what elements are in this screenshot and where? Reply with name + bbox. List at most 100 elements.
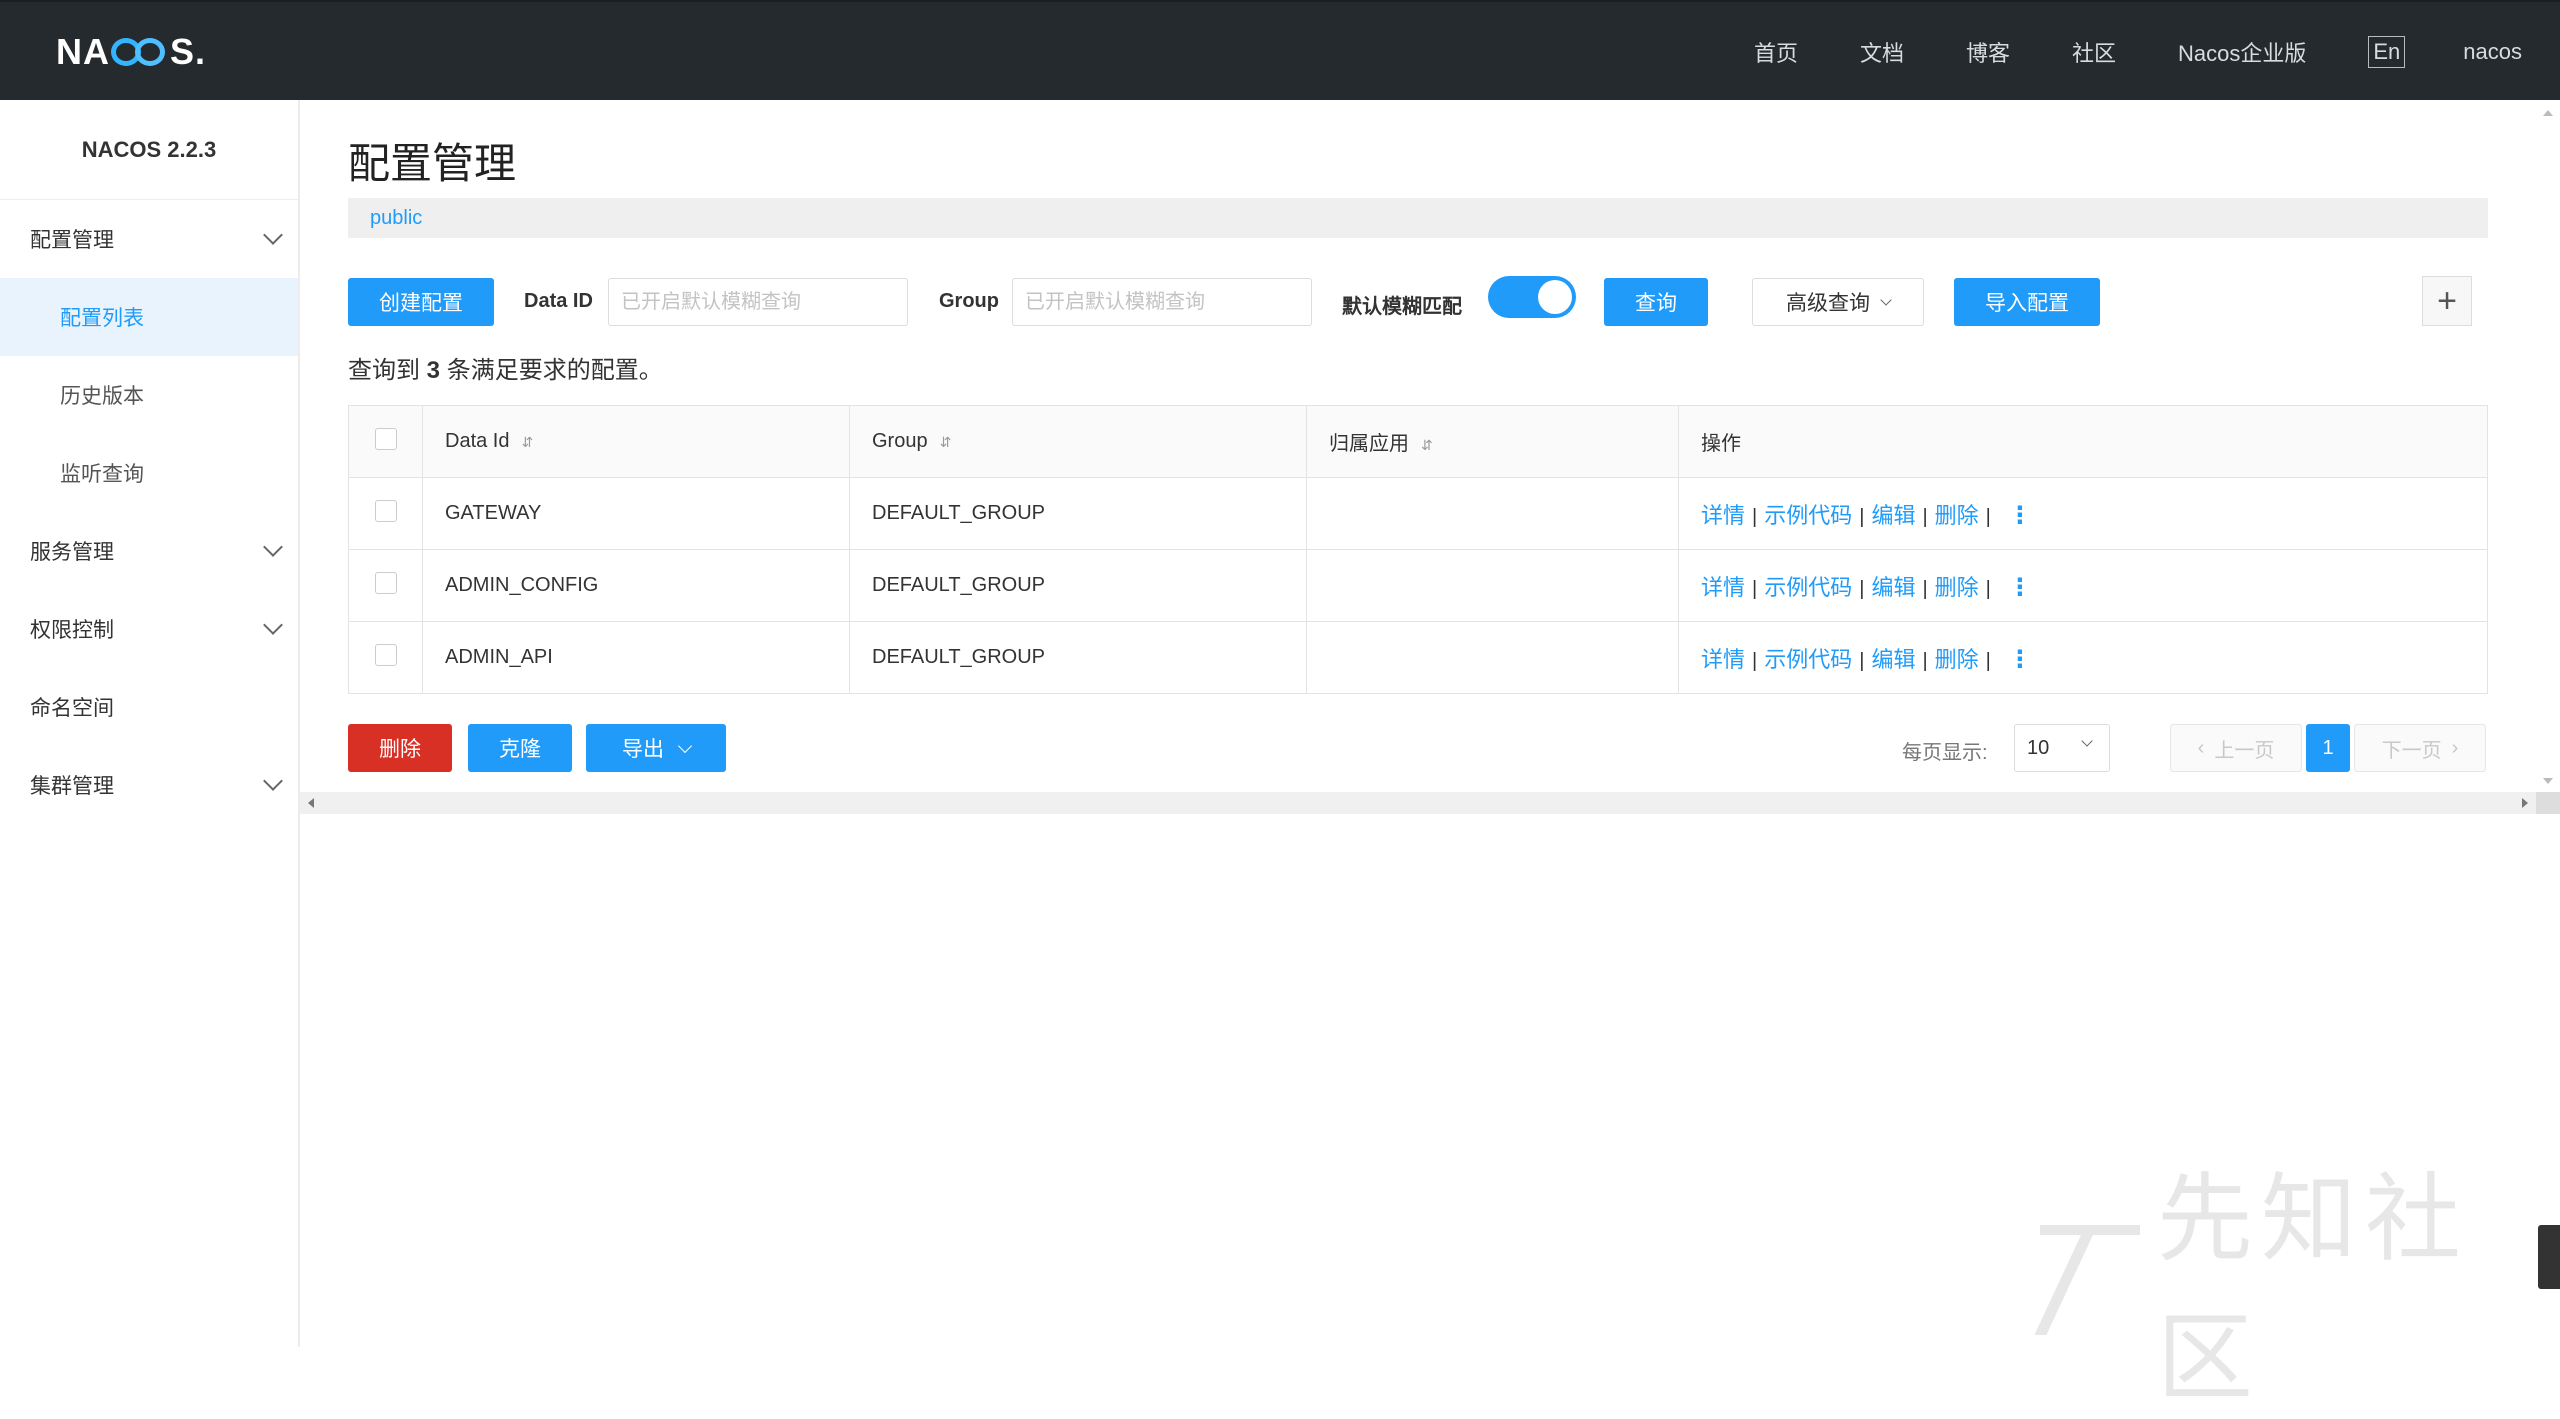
edit-link[interactable]: 编辑 <box>1871 575 1915 600</box>
separator: | <box>1752 505 1758 528</box>
sort-icon[interactable]: ⇵ <box>521 434 533 451</box>
separator: | <box>1859 649 1865 672</box>
scroll-down-icon[interactable] <box>2543 778 2553 784</box>
scroll-left-icon[interactable] <box>308 798 314 808</box>
delete-link[interactable]: 删除 <box>1935 503 1979 528</box>
table-row: ADMIN_CONFIG DEFAULT_GROUP 详情 | 示例代码 | 编辑 | 删除… <box>348 549 2488 622</box>
more-options-icon[interactable]: ⋮ <box>2008 646 2032 673</box>
row-select-cell <box>348 621 423 694</box>
separator: | <box>1922 577 1928 600</box>
sidebar-item-access-control[interactable]: 权限控制 <box>0 590 298 668</box>
prev-page-button[interactable]: ‹ 上一页 <box>2170 724 2302 772</box>
delete-link[interactable]: 删除 <box>1935 647 1979 672</box>
export-dropdown-button[interactable]: 导出 <box>586 724 726 772</box>
vertical-scrollbar[interactable] <box>2536 100 2560 792</box>
separator: | <box>1922 649 1928 672</box>
chevron-down-icon <box>263 771 283 791</box>
separator: | <box>1985 649 1991 672</box>
separator: | <box>1859 577 1865 600</box>
namespace-link-public[interactable]: public <box>370 207 422 230</box>
cell-dataid: ADMIN_API <box>422 621 850 694</box>
sort-icon[interactable]: ⇵ <box>940 434 952 451</box>
scroll-right-icon[interactable] <box>2522 798 2528 808</box>
nav-home[interactable]: 首页 <box>1754 36 1798 68</box>
next-page-label: 下一页 <box>2381 739 2442 762</box>
create-config-button[interactable]: 创建配置 <box>348 278 494 326</box>
separator: | <box>1985 577 1991 600</box>
delete-link[interactable]: 删除 <box>1935 575 1979 600</box>
more-options-icon[interactable]: ⋮ <box>2008 502 2032 529</box>
sample-code-link[interactable]: 示例代码 <box>1764 503 1852 528</box>
scroll-up-icon[interactable] <box>2543 110 2553 116</box>
page-size-label: 每页显示: <box>1902 742 1988 764</box>
user-menu[interactable]: nacos <box>2463 39 2522 65</box>
watermark: 先知社区 <box>2040 1166 2560 1412</box>
sample-code-link[interactable]: 示例代码 <box>1764 575 1852 600</box>
row-checkbox[interactable] <box>374 643 397 666</box>
sidebar-item-namespace[interactable]: 命名空间 <box>0 668 298 746</box>
top-navbar: NA S. 首页 文档 博客 社区 Nacos企业版 En nacos <box>0 0 2560 100</box>
edit-link[interactable]: 编辑 <box>1871 503 1915 528</box>
detail-link[interactable]: 详情 <box>1701 647 1745 672</box>
row-checkbox[interactable] <box>374 499 397 522</box>
group-search-input[interactable] <box>1012 278 1312 326</box>
sidebar-item-config-management[interactable]: 配置管理 <box>0 200 298 278</box>
cell-app <box>1306 477 1679 550</box>
nav-blog[interactable]: 博客 <box>1966 36 2010 68</box>
more-options-icon[interactable]: ⋮ <box>2008 574 2032 601</box>
dataid-search-input[interactable] <box>608 278 908 326</box>
clone-button[interactable]: 克隆 <box>468 724 572 772</box>
sort-icon[interactable]: ⇵ <box>1421 437 1433 454</box>
sidebar-item-label: 配置列表 <box>60 307 144 330</box>
sidebar-item-history[interactable]: 历史版本 <box>0 356 298 434</box>
edit-link[interactable]: 编辑 <box>1871 647 1915 672</box>
select-all-checkbox[interactable] <box>374 427 397 450</box>
cell-app <box>1306 621 1679 694</box>
separator: | <box>1985 505 1991 528</box>
nacos-logo[interactable]: NA S. <box>56 31 206 72</box>
next-page-button[interactable]: 下一页 › <box>2354 724 2486 772</box>
detail-link[interactable]: 详情 <box>1701 575 1745 600</box>
sidebar-item-label: 命名空间 <box>30 697 114 720</box>
toggle-knob <box>1538 280 1572 314</box>
advanced-query-dropdown[interactable]: 高级查询 <box>1752 278 1924 326</box>
nav-community[interactable]: 社区 <box>2072 36 2116 68</box>
horizontal-scrollbar[interactable] <box>300 792 2536 814</box>
query-button[interactable]: 查询 <box>1604 278 1708 326</box>
table-header-row: Data Id ⇵ Group ⇵ 归属应用 ⇵ 操作 <box>348 405 2488 478</box>
summary-suffix: 条满足要求的配置。 <box>446 357 663 384</box>
cell-group: DEFAULT_GROUP <box>849 549 1307 622</box>
column-header-group[interactable]: Group ⇵ <box>849 405 1307 478</box>
cell-dataid: ADMIN_CONFIG <box>422 549 850 622</box>
separator: | <box>1752 649 1758 672</box>
sidebar-item-listener-query[interactable]: 监听查询 <box>0 434 298 512</box>
detail-link[interactable]: 详情 <box>1701 503 1745 528</box>
row-checkbox[interactable] <box>374 571 397 594</box>
sidebar-item-config-list[interactable]: 配置列表 <box>0 278 298 356</box>
sample-code-link[interactable]: 示例代码 <box>1764 647 1852 672</box>
fuzzy-match-toggle[interactable] <box>1488 276 1576 318</box>
column-label: Group <box>872 430 928 452</box>
page-size-select[interactable]: 10 <box>2014 724 2110 772</box>
row-select-cell <box>348 549 423 622</box>
column-header-app[interactable]: 归属应用 ⇵ <box>1306 405 1679 478</box>
version-label: NACOS 2.2.3 <box>0 100 298 200</box>
export-label: 导出 <box>622 738 664 761</box>
sidebar-item-service-management[interactable]: 服务管理 <box>0 512 298 590</box>
cell-dataid: GATEWAY <box>422 477 850 550</box>
nav-enterprise[interactable]: Nacos企业版 <box>2178 36 2306 68</box>
select-all-cell <box>348 405 423 478</box>
chevron-down-icon <box>263 537 283 557</box>
language-switch-button[interactable]: En <box>2368 36 2406 68</box>
cell-ops: 详情 | 示例代码 | 编辑 | 删除 | ⋮ <box>1678 477 2488 550</box>
column-header-dataid[interactable]: Data Id ⇵ <box>422 405 850 478</box>
import-config-button[interactable]: 导入配置 <box>1954 278 2100 326</box>
sidebar-item-cluster-management[interactable]: 集群管理 <box>0 746 298 824</box>
page-number-1[interactable]: 1 <box>2306 724 2350 772</box>
side-widget-handle[interactable] <box>2538 1225 2560 1289</box>
nav-docs[interactable]: 文档 <box>1860 36 1904 68</box>
plus-icon[interactable]: + <box>2422 276 2472 326</box>
page-size-value: 10 <box>2027 736 2050 759</box>
cell-ops: 详情 | 示例代码 | 编辑 | 删除 | ⋮ <box>1678 621 2488 694</box>
batch-delete-button[interactable]: 删除 <box>348 724 452 772</box>
